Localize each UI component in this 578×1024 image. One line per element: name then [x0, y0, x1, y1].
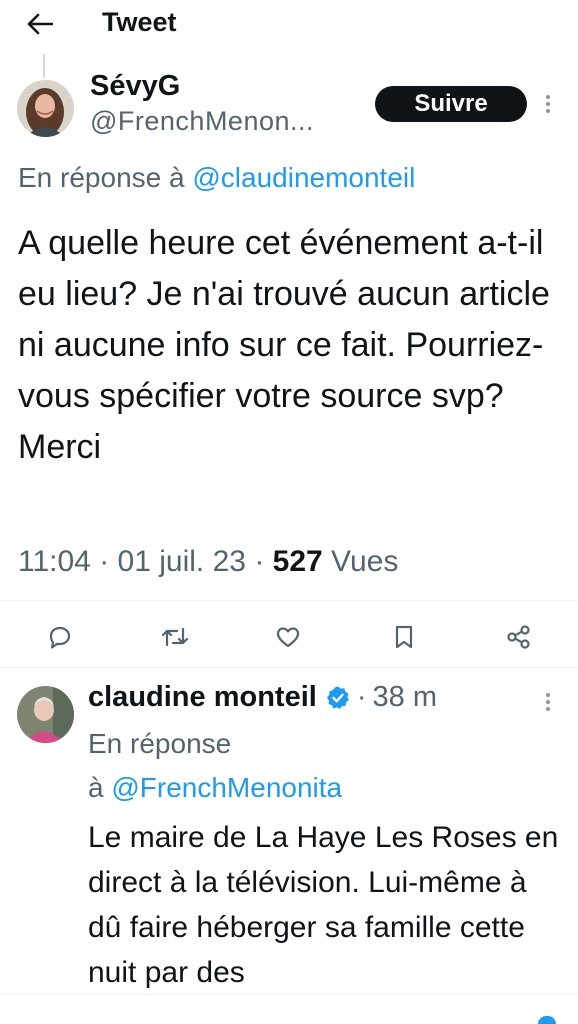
reply-context: En réponse à @claudinemonteil — [18, 162, 415, 194]
author-handle[interactable]: @FrenchMenon... — [90, 106, 314, 137]
back-button[interactable] — [22, 6, 58, 42]
reply-context: à @FrenchMenonita — [88, 772, 342, 804]
meta-separator: · — [254, 545, 273, 578]
divider — [0, 600, 578, 601]
meta-separator: · — [99, 545, 118, 578]
more-vertical-icon — [546, 693, 550, 711]
more-vertical-icon — [546, 95, 550, 113]
reply-header: claudine monteil · 38 m — [88, 681, 437, 714]
reply-time[interactable]: 38 m — [373, 681, 437, 714]
retweet-button[interactable] — [159, 621, 191, 653]
author-name[interactable]: claudine monteil — [88, 681, 317, 714]
tweet-date[interactable]: 01 juil. 23 — [118, 545, 246, 578]
avatar[interactable] — [17, 686, 74, 743]
top-bar: Tweet — [0, 0, 578, 50]
reply-prefix: En réponse — [88, 728, 232, 759]
arrow-left-icon — [27, 13, 53, 35]
share-button[interactable] — [503, 621, 535, 653]
follow-button[interactable]: Suivre — [375, 86, 527, 122]
thread-connector-line — [43, 54, 45, 78]
more-options-button[interactable] — [540, 690, 556, 714]
like-icon — [276, 627, 300, 648]
views-count: 527 — [272, 545, 323, 578]
reply-text: Le maire de La Haye Les Roses en direct … — [88, 821, 559, 989]
tweet-actions — [0, 615, 578, 659]
compose-button-partial[interactable] — [538, 1016, 556, 1024]
reply-prefix: à — [88, 772, 104, 803]
share-icon — [507, 625, 530, 649]
reply-mention-link[interactable]: @FrenchMenonita — [111, 772, 342, 803]
reply-prefix: En réponse à — [18, 162, 185, 193]
verified-badge-icon — [325, 685, 351, 711]
reply-button[interactable] — [44, 621, 76, 653]
page-title: Tweet — [102, 7, 177, 37]
like-button[interactable] — [272, 621, 304, 653]
bookmark-button[interactable] — [388, 621, 420, 653]
tweet-meta: 11:04 · 01 juil. 23 · 527 Vues — [18, 545, 398, 579]
header-separator: · — [356, 681, 367, 713]
divider — [0, 667, 578, 668]
more-options-button[interactable] — [540, 92, 556, 116]
avatar[interactable] — [17, 80, 74, 137]
tweet-time[interactable]: 11:04 — [18, 545, 91, 578]
bookmark-icon — [395, 625, 413, 649]
divider — [0, 994, 578, 995]
tweet-text: A quelle heure cet événement a-t-il eu l… — [18, 224, 550, 466]
retweet-icon — [161, 627, 189, 647]
author-name[interactable]: SévyG — [90, 70, 180, 103]
reply-mention-link[interactable]: @claudinemonteil — [192, 162, 415, 193]
reply-icon — [49, 626, 71, 649]
views-label: Vues — [331, 545, 399, 578]
